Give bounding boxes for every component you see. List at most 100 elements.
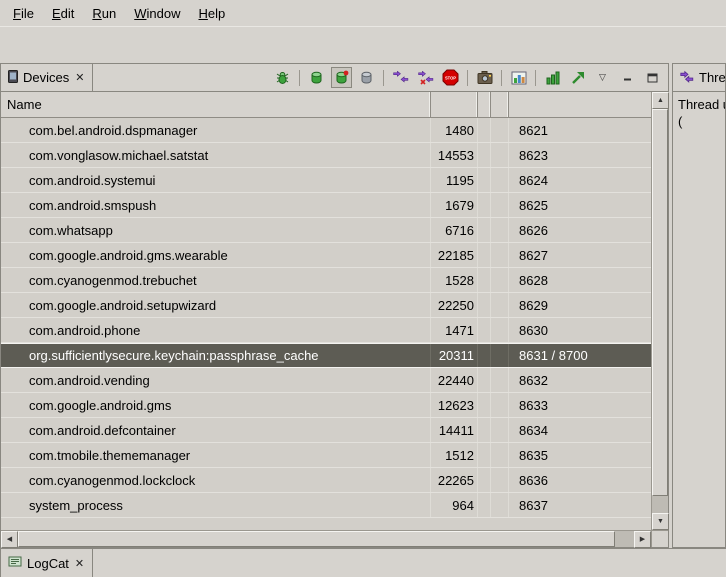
svg-text:STOP: STOP: [445, 75, 456, 80]
toolbar-separator: [299, 70, 300, 86]
devices-panel: Devices ✕: [0, 63, 669, 548]
screenshot-icon[interactable]: [474, 67, 495, 88]
column-header-empty[interactable]: [491, 92, 509, 117]
table-row[interactable]: system_process9648637: [1, 493, 651, 518]
process-name: org.sufficientlysecure.keychain:passphra…: [1, 344, 431, 367]
table-row[interactable]: com.vonglasow.michael.satstat145538623: [1, 143, 651, 168]
cell-empty: [491, 193, 509, 217]
menu-window[interactable]: Window: [125, 3, 189, 24]
start-profiling-icon[interactable]: [567, 67, 588, 88]
gc-icon[interactable]: [356, 67, 377, 88]
scroll-right-icon[interactable]: ▶: [634, 531, 651, 548]
cell-empty: [478, 218, 491, 242]
table-row[interactable]: com.google.android.gms.wearable221858627: [1, 243, 651, 268]
stop-process-icon[interactable]: STOP: [440, 67, 461, 88]
cell-empty: [491, 143, 509, 167]
table-row[interactable]: com.cyanogenmod.lockclock222658636: [1, 468, 651, 493]
process-port: 8621: [509, 118, 651, 142]
update-heap-icon[interactable]: [331, 67, 352, 88]
menu-file[interactable]: File: [4, 3, 43, 24]
toolbar-separator: [501, 70, 502, 86]
refresh-threads-icon[interactable]: [415, 67, 436, 88]
process-pid: 1480: [431, 118, 478, 142]
process-port: 8636: [509, 468, 651, 492]
menu-edit[interactable]: Edit: [43, 3, 83, 24]
view-menu-icon[interactable]: ▽: [592, 67, 613, 88]
close-icon[interactable]: ✕: [74, 71, 85, 84]
maximize-icon[interactable]: [642, 67, 663, 88]
tab-logcat[interactable]: LogCat ✕: [0, 549, 93, 577]
show-heap-icon[interactable]: [306, 67, 327, 88]
table-row[interactable]: com.android.phone14718630: [1, 318, 651, 343]
threads-icon: [680, 70, 694, 86]
logcat-icon: [8, 555, 22, 571]
threads-message: Thread up (: [673, 92, 725, 134]
process-pid: 14553: [431, 143, 478, 167]
cell-empty: [491, 243, 509, 267]
cell-empty: [478, 193, 491, 217]
horizontal-scrollbar[interactable]: ◀ ▶: [1, 530, 651, 547]
column-header-name[interactable]: Name: [1, 92, 431, 117]
update-threads-icon[interactable]: [390, 67, 411, 88]
cell-empty: [478, 393, 491, 417]
table-row-selected[interactable]: org.sufficientlysecure.keychain:passphra…: [1, 343, 651, 368]
vertical-scrollbar[interactable]: ▲ ▼: [651, 92, 668, 547]
menu-run[interactable]: Run: [83, 3, 125, 24]
column-header-empty[interactable]: [478, 92, 491, 117]
menu-help[interactable]: Help: [189, 3, 234, 24]
minimize-icon[interactable]: [617, 67, 638, 88]
method-profiling-bars-icon[interactable]: [542, 67, 563, 88]
threads-tabbar: Threads: [673, 64, 725, 92]
tab-threads[interactable]: Threads: [673, 64, 726, 91]
cell-empty: [491, 393, 509, 417]
threads-panel: Threads Thread up (: [672, 63, 726, 548]
process-name: com.whatsapp: [1, 218, 431, 242]
process-name: com.tmobile.thememanager: [1, 443, 431, 467]
vertical-scroll-thumb[interactable]: [652, 109, 668, 496]
tab-logcat-label: LogCat: [27, 556, 69, 571]
tab-devices-label: Devices: [23, 70, 69, 85]
toolbar-separator: [467, 70, 468, 86]
horizontal-scroll-track[interactable]: [615, 531, 634, 547]
table-row[interactable]: com.google.android.setupwizard222508629: [1, 293, 651, 318]
scrollbar-corner: [652, 530, 668, 547]
scroll-up-icon[interactable]: ▲: [652, 92, 669, 109]
sysinfo-icon[interactable]: [508, 67, 529, 88]
column-header-pid[interactable]: [431, 92, 478, 117]
cell-empty: [478, 293, 491, 317]
process-name: com.vonglasow.michael.satstat: [1, 143, 431, 167]
table-row[interactable]: com.whatsapp67168626: [1, 218, 651, 243]
scroll-down-icon[interactable]: ▼: [652, 513, 669, 530]
process-port: 8624: [509, 168, 651, 192]
toolbar-separator: [383, 70, 384, 86]
table-empty-space: [1, 518, 651, 530]
process-name: com.android.systemui: [1, 168, 431, 192]
bottom-bar: LogCat ✕: [0, 548, 726, 577]
process-pid: 14411: [431, 418, 478, 442]
process-port: 8634: [509, 418, 651, 442]
threads-message-line1: Thread up: [678, 96, 720, 113]
table-row[interactable]: com.android.defcontainer144118634: [1, 418, 651, 443]
column-header-port[interactable]: [509, 92, 651, 117]
table-row[interactable]: com.cyanogenmod.trebuchet15288628: [1, 268, 651, 293]
scroll-left-icon[interactable]: ◀: [1, 531, 18, 548]
cell-empty: [491, 293, 509, 317]
horizontal-scroll-thumb[interactable]: [18, 531, 615, 547]
cell-empty: [478, 344, 491, 367]
cell-empty: [478, 468, 491, 492]
toolbar-separator: [535, 70, 536, 86]
vertical-scroll-track[interactable]: [652, 496, 668, 513]
debug-process-icon[interactable]: [272, 67, 293, 88]
table-row[interactable]: com.android.systemui1195 8624: [1, 168, 651, 193]
table-row[interactable]: com.tmobile.thememanager15128635: [1, 443, 651, 468]
table-row[interactable]: com.google.android.gms126238633: [1, 393, 651, 418]
devices-content: Name com.bel.android.dspmanager14808621c…: [1, 92, 668, 547]
process-pid: 1195: [431, 168, 478, 192]
table-row[interactable]: com.android.smspush16798625: [1, 193, 651, 218]
table-row[interactable]: com.android.vending224408632: [1, 368, 651, 393]
tab-devices[interactable]: Devices ✕: [1, 64, 93, 91]
close-icon[interactable]: ✕: [74, 557, 85, 570]
cell-empty: [491, 468, 509, 492]
table-row[interactable]: com.bel.android.dspmanager14808621: [1, 118, 651, 143]
process-name: com.android.phone: [1, 318, 431, 342]
